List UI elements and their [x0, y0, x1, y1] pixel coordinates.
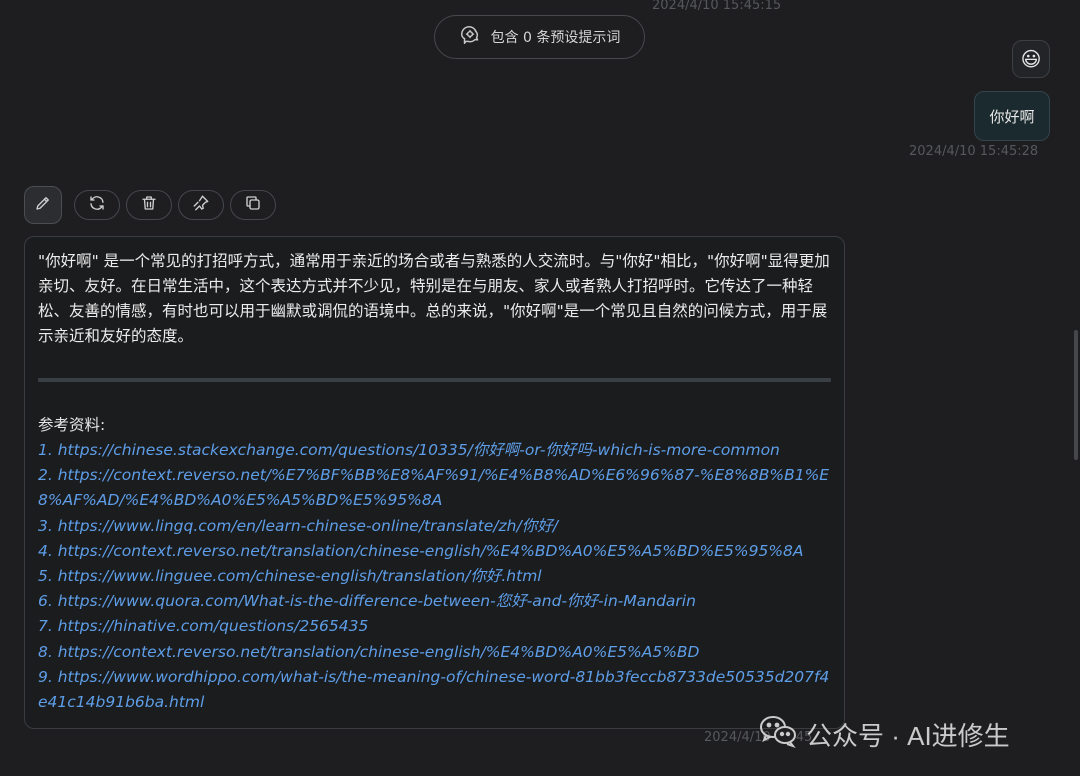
reference-item: 2. https://context.reverso.net/%E7%BF%BB… [38, 463, 831, 513]
reference-item: 5. https://www.linguee.com/chinese-engli… [38, 564, 831, 589]
reference-link[interactable]: 8. https://context.reverso.net/translati… [38, 643, 700, 661]
reference-link[interactable]: 4. https://context.reverso.net/translati… [38, 542, 804, 560]
reference-item: 8. https://context.reverso.net/translati… [38, 640, 831, 665]
reference-link[interactable]: 3. https://www.lingq.com/en/learn-chines… [38, 517, 558, 535]
regenerate-button[interactable] [74, 190, 120, 220]
preset-prompts-button[interactable]: 包含 0 条预设提示词 [434, 15, 645, 59]
watermark-text: 公众号 · AI进修生 [806, 721, 1010, 751]
reference-item: 3. https://www.lingq.com/en/learn-chines… [38, 514, 831, 539]
brain-icon [459, 24, 481, 50]
pin-icon [192, 194, 210, 216]
reference-link[interactable]: 9. https://www.wordhippo.com/what-is/the… [38, 668, 829, 711]
chat-page: 2024/4/10 15:45:15 包含 0 条预设提示词 😃 你好啊 202… [0, 0, 1080, 776]
references-list: 1. https://chinese.stackexchange.com/que… [38, 438, 831, 715]
user-message-bubble: 你好啊 [974, 91, 1050, 141]
delete-button[interactable] [126, 190, 172, 220]
references-title: 参考资料: [38, 416, 106, 434]
assistant-message-text: "你好啊" 是一个常见的打招呼方式，通常用于亲近的场合或者与熟悉的人交流时。与"… [38, 252, 830, 345]
copy-icon [244, 194, 262, 216]
reference-link[interactable]: 6. https://www.quora.com/What-is-the-dif… [38, 592, 696, 610]
wechat-icon [758, 714, 798, 755]
delete-icon [140, 194, 158, 216]
reference-item: 9. https://www.wordhippo.com/what-is/the… [38, 665, 831, 715]
watermark: 公众号 · AI进修生 [758, 714, 1010, 755]
reference-item: 4. https://context.reverso.net/translati… [38, 539, 831, 564]
message-timestamp: 2024/4/10 15:45:15 [652, 0, 782, 13]
preset-prompts-label: 包含 0 条预设提示词 [490, 30, 621, 46]
reference-link[interactable]: 7. https://hinative.com/questions/256543… [38, 617, 368, 635]
reference-item: 6. https://www.quora.com/What-is-the-dif… [38, 589, 831, 614]
edit-button[interactable] [24, 186, 62, 224]
refresh-icon [88, 194, 106, 216]
reference-link[interactable]: 1. https://chinese.stackexchange.com/que… [38, 441, 780, 459]
reference-item: 7. https://hinative.com/questions/256543… [38, 614, 831, 639]
pin-button[interactable] [178, 190, 224, 220]
edit-icon [34, 194, 52, 216]
user-avatar: 😃 [1012, 40, 1050, 78]
copy-button[interactable] [230, 190, 276, 220]
assistant-message-bubble: "你好啊" 是一个常见的打招呼方式，通常用于亲近的场合或者与熟悉的人交流时。与"… [24, 236, 845, 729]
reference-link[interactable]: 2. https://context.reverso.net/%E7%BF%BB… [38, 466, 829, 509]
scrollbar-thumb[interactable] [1074, 330, 1078, 460]
reference-item: 1. https://chinese.stackexchange.com/que… [38, 438, 831, 463]
reference-link[interactable]: 5. https://www.linguee.com/chinese-engli… [38, 567, 542, 585]
smiley-icon: 😃 [1020, 47, 1042, 71]
user-message-timestamp: 2024/4/10 15:45:28 [909, 144, 1039, 159]
divider [38, 378, 831, 382]
